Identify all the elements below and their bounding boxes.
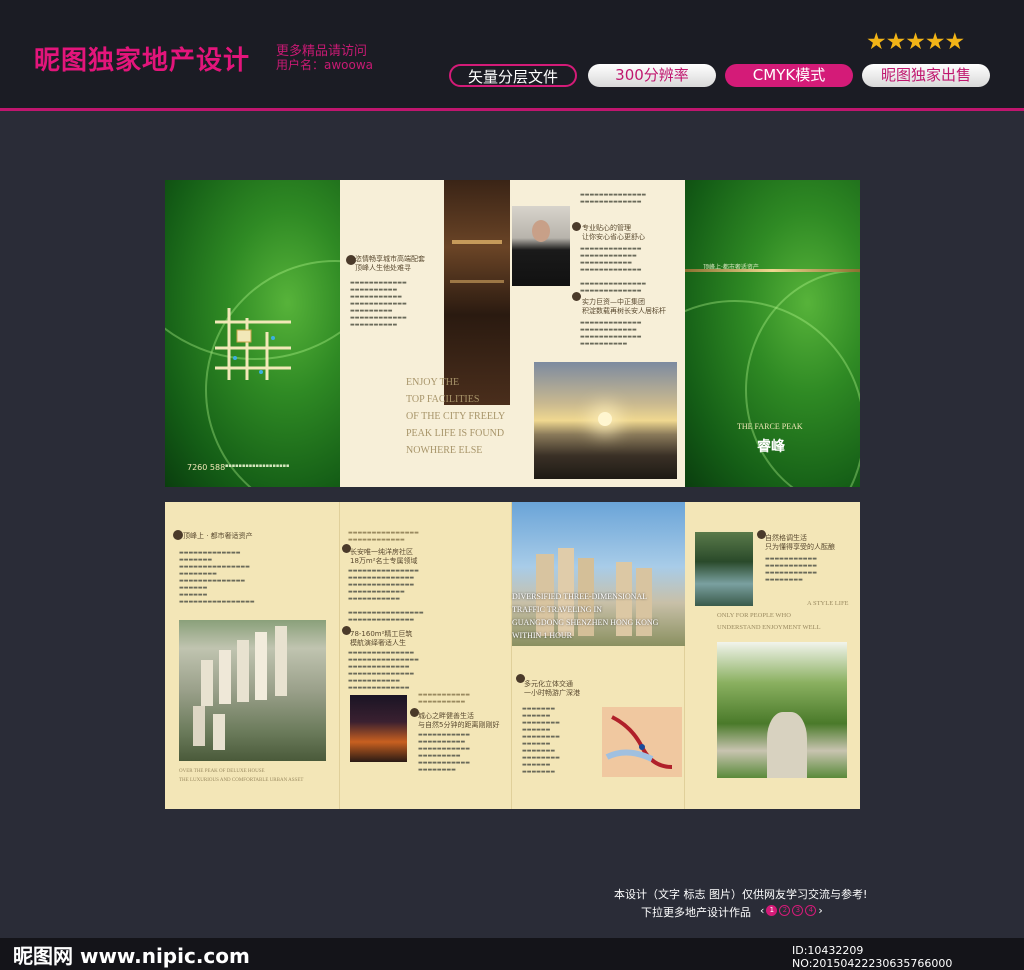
pagination: ‹ 1 2 3 4 › bbox=[760, 904, 823, 917]
night-city-photo bbox=[350, 695, 407, 762]
bullet-icon bbox=[572, 222, 581, 231]
nature-distance-heading-line2: 与自然5分钟的距离刚刚好 bbox=[418, 721, 500, 729]
bullet-icon bbox=[572, 292, 581, 301]
traffic-english-overlay: DIVERSIFIED THREE-DIMENSIONAL TRAFFIC TR… bbox=[512, 590, 685, 642]
community-heading-line2: 18万m²名士专属领域 bbox=[350, 557, 418, 565]
overlay-line: TRAFFIC TRAVELING IN bbox=[512, 605, 602, 614]
community-panel: ▬▬▬▬▬▬▬▬▬▬▬▬▬▬▬ ▬▬▬▬▬▬▬▬▬▬▬▬ 长安唯一纯洋房社区 18… bbox=[340, 502, 512, 809]
disclaimer-text: 本设计（文字 标志 图片）仅供网友学习交流与参考! bbox=[614, 888, 868, 901]
intro-english-line1: OVER THE PEAK OF DELUXE HOUSE bbox=[179, 769, 265, 774]
image-id-text: ID:10432209 NO:20150422230635766000 bbox=[792, 944, 953, 970]
slogan-line: ENJOY THE bbox=[406, 377, 460, 388]
butler-photo bbox=[512, 206, 570, 286]
facilities-body: ▬▬▬▬▬▬▬▬▬▬▬▬ ▬▬▬▬▬▬▬▬▬▬ ▬▬▬▬▬▬▬▬▬▬▬ ▬▬▬▬▬▬▬… bbox=[350, 280, 407, 328]
slogan-english: ENJOY THE TOP FACILITIES OF THE CITY FRE… bbox=[406, 374, 516, 459]
restaurant-photo bbox=[444, 180, 510, 405]
company-heading-line2: 积淀数载再树长安人居标杆 bbox=[582, 307, 666, 315]
brand-title: 昵图独家地产设计 bbox=[34, 46, 251, 76]
management-heading-line1: 专业贴心的管理 bbox=[582, 224, 631, 232]
garden-path-photo bbox=[717, 642, 847, 778]
cover-panel: 顶峰上·都市奢适资产 THE FARCE PEAK 睿峰 bbox=[685, 180, 860, 487]
location-map bbox=[215, 308, 291, 380]
management-heading-line2: 让你安心省心更舒心 bbox=[582, 233, 645, 241]
lifestyle-heading-line1: 自然格调生活 bbox=[765, 534, 807, 542]
cover-english-title: THE FARCE PEAK bbox=[737, 422, 803, 431]
lifestyle-panel: 自然格调生活 只为懂得享受的人酝酿 ▬▬▬▬▬▬▬▬▬▬▬ ▬▬▬▬▬▬▬▬▬▬▬… bbox=[685, 502, 860, 809]
intro-english: OVER THE PEAK OF DELUXE HOUSE THE LUXURI… bbox=[179, 767, 303, 785]
page-1-link[interactable]: 1 bbox=[766, 905, 778, 916]
more-designs-text: 下拉更多地产设计作品 bbox=[641, 906, 751, 919]
company-heading-line1: 实力巨资—中正集团 bbox=[582, 298, 645, 306]
community-heading-line1: 长安唯一纯洋房社区 bbox=[350, 548, 413, 556]
slogan-line: TOP FACILITIES bbox=[406, 394, 480, 405]
header-divider bbox=[0, 108, 1024, 111]
brochure-inner-side: 顶峰上 · 都市奢适资产 ▬▬▬▬▬▬▬▬▬▬▬▬▬ ▬▬▬▬▬▬▬ ▬▬▬▬▬▬▬… bbox=[165, 502, 860, 809]
company-heading: 实力巨资—中正集团 积淀数载再树长安人居标杆 bbox=[582, 298, 682, 316]
overlay-line: DIVERSIFIED THREE-DIMENSIONAL bbox=[512, 592, 648, 601]
nature-distance-heading-line1: 城心之畔健善生活 bbox=[418, 712, 474, 720]
slogan-line: NOWHERE ELSE bbox=[406, 445, 483, 456]
badge-cmyk: CMYK模式 bbox=[725, 64, 853, 87]
facilities-heading-line2: 顶峰人生他处难寻 bbox=[355, 264, 411, 272]
lifestyle-heading-line2: 只为懂得享受的人酝酿 bbox=[765, 543, 835, 551]
traffic-heading-line2: 一小时畅游广深港 bbox=[524, 689, 580, 697]
cover-chinese-title: 睿峰 bbox=[757, 439, 785, 455]
map-panel: 7260 588 ▪▪▪▪▪▪▪▪▪▪▪▪▪▪▪▪▪▪▪ bbox=[165, 180, 340, 487]
slogan-line: OF THE CITY FREELY bbox=[406, 411, 506, 422]
facilities-panel: 恣情畅享城市高端配套 顶峰人生他处难寻 ▬▬▬▬▬▬▬▬▬▬▬▬ ▬▬▬▬▬▬▬▬… bbox=[340, 180, 510, 487]
sunset-photo bbox=[534, 362, 677, 479]
facilities-heading: 恣情畅享城市高端配套 顶峰人生他处难寻 bbox=[355, 255, 450, 273]
lifestyle-english-line3: UNDERSTAND ENJOYMENT WELL bbox=[717, 624, 821, 631]
lifestyle-heading: 自然格调生活 只为懂得享受的人酝酿 bbox=[765, 534, 860, 552]
phone-number: 7260 588 bbox=[187, 463, 226, 472]
page-3-link[interactable]: 3 bbox=[792, 905, 804, 916]
traffic-heading: 多元化立体交通 一小时畅游广深港 bbox=[524, 680, 624, 698]
next-page-icon[interactable]: › bbox=[818, 904, 822, 917]
unit-size-heading-line1: 78-160m²精工巨筑 bbox=[350, 630, 413, 638]
intro-heading: 顶峰上 · 都市奢适资产 bbox=[183, 532, 253, 540]
slogan-line: PEAK LIFE IS FOUND bbox=[406, 428, 505, 439]
gold-divider bbox=[685, 269, 860, 272]
overlay-line: WITHIN 1 HOUR bbox=[512, 631, 572, 640]
intro-panel: 顶峰上 · 都市奢适资产 ▬▬▬▬▬▬▬▬▬▬▬▬▬ ▬▬▬▬▬▬▬ ▬▬▬▬▬▬▬… bbox=[165, 502, 340, 809]
river-photo bbox=[695, 532, 753, 606]
badge-resolution: 300分辨率 bbox=[588, 64, 716, 87]
badge-vector-layers: 矢量分层文件 bbox=[449, 64, 577, 87]
brochure-outer-side: 7260 588 ▪▪▪▪▪▪▪▪▪▪▪▪▪▪▪▪▪▪▪ 恣情畅享城市高端配套 … bbox=[165, 180, 860, 487]
page-2-link[interactable]: 2 bbox=[779, 905, 791, 916]
traffic-route-map bbox=[602, 707, 682, 777]
facilities-heading-line1: 恣情畅享城市高端配套 bbox=[355, 255, 425, 263]
lifestyle-english-line1: A STYLE LIFE bbox=[807, 600, 849, 607]
site-logo: 昵图网 www.nipic.com bbox=[13, 944, 250, 968]
lifestyle-english-line2: ONLY FOR PEOPLE WHO bbox=[717, 612, 791, 619]
management-panel: ▬▬▬▬▬▬▬▬▬▬▬▬▬▬ ▬▬▬▬▬▬▬▬▬▬▬▬▬ 专业贴心的管理 让你安心… bbox=[510, 180, 685, 487]
badge-exclusive: 昵图独家出售 bbox=[862, 64, 990, 87]
unit-size-heading-line2: 模航演绎奢适人生 bbox=[350, 639, 406, 647]
lifestyle-english: A STYLE LIFE ONLY FOR PEOPLE WHO UNDERST… bbox=[717, 598, 849, 634]
unit-size-heading: 78-160m²精工巨筑 模航演绎奢适人生 bbox=[350, 630, 470, 648]
community-heading: 长安唯一纯洋房社区 18万m²名士专属领域 bbox=[350, 548, 470, 566]
bullet-icon bbox=[173, 530, 183, 540]
traffic-panel: DIVERSIFIED THREE-DIMENSIONAL TRAFFIC TR… bbox=[512, 502, 685, 809]
overlay-line: GUANGDONG SHENZHEN HONG KONG bbox=[512, 618, 659, 627]
page-4-link[interactable]: 4 bbox=[805, 905, 817, 916]
username-text: 用户名：awoowa bbox=[276, 58, 374, 72]
nature-distance-heading: 城心之畔健善生活 与自然5分钟的距离刚刚好 bbox=[418, 712, 510, 730]
management-heading: 专业贴心的管理 让你安心省心更舒心 bbox=[582, 224, 682, 242]
prev-page-icon[interactable]: ‹ bbox=[760, 904, 764, 917]
towers-photo: DIVERSIFIED THREE-DIMENSIONAL TRAFFIC TR… bbox=[512, 502, 685, 646]
rating-stars: ★★★★★ bbox=[866, 29, 965, 55]
aerial-render-photo bbox=[179, 620, 326, 761]
intro-english-line2: THE LUXURIOUS AND COMFORTABLE URBAN ASSE… bbox=[179, 778, 304, 783]
traffic-heading-line1: 多元化立体交通 bbox=[524, 680, 573, 688]
